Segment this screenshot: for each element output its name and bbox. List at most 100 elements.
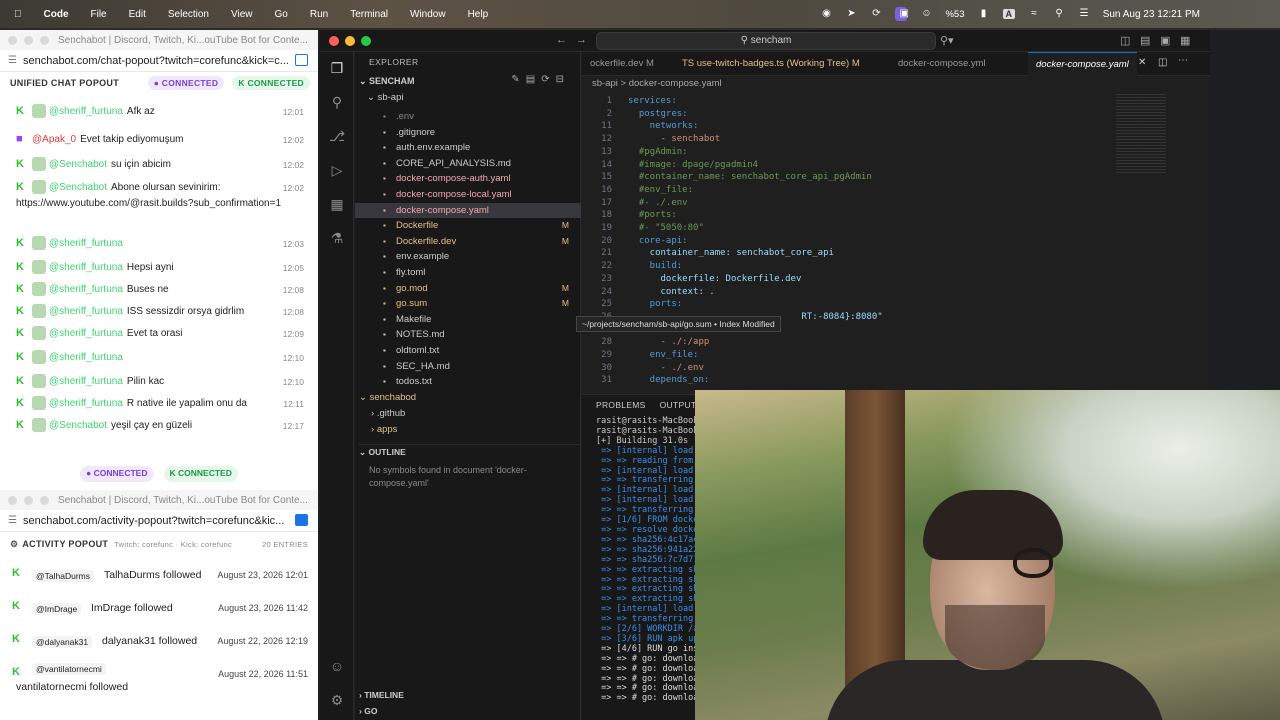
go-section[interactable]: › GO (359, 706, 377, 716)
folder-apps[interactable]: › apps (371, 424, 397, 435)
new-folder-icon[interactable]: ▤ (526, 74, 541, 85)
code-line[interactable]: depends_on: (628, 375, 710, 385)
tab-problems[interactable]: PROBLEMS (596, 400, 646, 410)
file-item[interactable]: ▪ auth.env.example (355, 140, 581, 155)
site-settings-icon[interactable]: ☰ (8, 515, 17, 526)
input-source-indicator[interactable]: A (1002, 9, 1015, 19)
folder-github[interactable]: › .github (371, 408, 405, 419)
search-icon[interactable]: ⚲ (1053, 8, 1065, 20)
search-icon[interactable]: ⚲ (329, 94, 345, 110)
breadcrumb[interactable]: sb-api > docker-compose.yaml (582, 76, 1210, 92)
code-line[interactable]: #env_file: (628, 185, 693, 195)
code-line[interactable]: env_file: (628, 350, 699, 360)
file-item[interactable]: ▪ go.mod M (355, 281, 581, 296)
code-line[interactable]: #- ./.env (628, 198, 688, 208)
new-file-icon[interactable]: ✎ (511, 74, 525, 85)
sync-icon[interactable]: ⟳ (870, 8, 882, 20)
open-external-icon[interactable] (295, 514, 308, 526)
file-item[interactable]: ▪ CORE_API_ANALYSIS.md (355, 156, 581, 171)
close-tab-icon[interactable]: ✕ (1138, 57, 1146, 68)
minimap[interactable] (1116, 94, 1166, 174)
open-external-icon[interactable] (295, 54, 308, 66)
nav-icon[interactable]: ➤ (845, 8, 857, 20)
file-item[interactable]: ▪ .gitignore (355, 125, 581, 140)
zoom-dot[interactable] (40, 35, 49, 45)
extensions-icon[interactable]: ▦ (329, 196, 345, 212)
folder-senchabod[interactable]: ⌄ senchabod (359, 392, 416, 403)
code-line[interactable]: services: (628, 96, 677, 106)
code-line[interactable]: #- "5050:80" (628, 223, 704, 233)
code-line[interactable]: postgres: (628, 109, 688, 119)
code-line[interactable]: core-api: (628, 236, 688, 246)
menu-file[interactable]: File (91, 9, 107, 20)
code-line[interactable]: networks: (628, 121, 699, 131)
folder-sb-api[interactable]: ⌄ sb-api (367, 92, 403, 103)
file-item[interactable]: ▪ docker-compose-local.yaml (355, 187, 581, 202)
site-settings-icon[interactable]: ☰ (8, 55, 17, 66)
timeline-section[interactable]: › TIMELINE (359, 690, 404, 700)
menu-app-code[interactable]: Code (44, 9, 69, 20)
outline-section[interactable]: ⌄ OUTLINE (359, 444, 581, 458)
file-item[interactable]: ▪ Dockerfile.dev M (355, 234, 581, 249)
activity-url-bar[interactable]: ☰ senchabot.com/activity-popout?twitch=c… (0, 510, 318, 532)
screen-record-icon[interactable]: ◉ (820, 8, 832, 20)
chat-username[interactable]: @sheriff_furtuna (49, 262, 123, 273)
code-line[interactable]: - ./:/app (628, 337, 710, 347)
activity-username[interactable]: @dalyanak31 (32, 636, 93, 648)
command-center-search[interactable]: ⚲ sencham (596, 32, 936, 50)
zoom-dot[interactable] (40, 495, 49, 505)
menu-edit[interactable]: Edit (129, 9, 146, 20)
file-item[interactable]: ▪ SEC_HA.md (355, 359, 581, 374)
close-button[interactable] (329, 36, 339, 46)
more-actions-icon[interactable]: ⋯ (1178, 55, 1188, 66)
collapse-icon[interactable]: ⊟ (556, 74, 570, 85)
code-line[interactable]: dockerfile: Dockerfile.dev (628, 274, 802, 284)
tab-docker-compose-yaml[interactable]: docker-compose.yaml (1028, 52, 1137, 76)
activity-username[interactable]: @TalhaDurms (32, 570, 94, 582)
code-line[interactable]: #pgAdmin: (628, 147, 688, 157)
chat-username[interactable]: @sheriff_furtuna (49, 376, 123, 387)
source-control-icon[interactable]: ⎇ (329, 128, 345, 144)
chat-username[interactable]: @sheriff_furtuna (49, 352, 123, 363)
battery-icon[interactable]: ▮ (978, 8, 990, 20)
layout-icon[interactable]: ▦ (1180, 34, 1190, 47)
toggle-sidebar-icon[interactable]: ◫ (1120, 34, 1130, 47)
chat-username[interactable]: @Senchabot (49, 182, 107, 193)
zoom-button[interactable] (361, 36, 371, 46)
file-item[interactable]: ▪ env.example (355, 249, 581, 264)
file-item[interactable]: ▪ Makefile (355, 312, 581, 327)
tab-docker-compose-yml[interactable]: docker-compose.yml (890, 52, 994, 76)
code-line[interactable]: #container_name: senchabot_core_api_pgAd… (628, 172, 872, 182)
file-item[interactable]: ▪ fly.toml (355, 265, 581, 280)
account-icon[interactable]: ☺ (329, 658, 345, 674)
menu-terminal[interactable]: Terminal (350, 9, 388, 20)
chat-username[interactable]: @Senchabot (49, 159, 107, 170)
control-center-icon[interactable]: ☰ (1078, 8, 1090, 20)
chat-url-bar[interactable]: ☰ senchabot.com/chat-popout?twitch=coref… (0, 50, 318, 72)
code-line[interactable]: #image: dpage/pgadmin4 (628, 160, 758, 170)
minimize-button[interactable] (345, 36, 355, 46)
code-line[interactable]: container_name: senchabot_core_api (628, 248, 834, 258)
close-dot[interactable] (8, 495, 17, 505)
minimize-dot[interactable] (24, 495, 33, 505)
file-item[interactable]: ▪ todos.txt (355, 374, 581, 389)
chat-username[interactable]: @sheriff_furtuna (49, 284, 123, 295)
chat-username[interactable]: @Senchabot (49, 420, 107, 431)
menu-go[interactable]: Go (275, 9, 288, 20)
wifi-icon[interactable]: ≈ (1028, 8, 1040, 20)
menu-help[interactable]: Help (468, 9, 489, 20)
activity-username[interactable]: @ImDrage (32, 603, 82, 615)
file-item[interactable]: ▪ go.sum M (355, 296, 581, 311)
tab-output[interactable]: OUTPUT (660, 400, 697, 410)
minimize-dot[interactable] (24, 35, 33, 45)
chat-url-text[interactable]: senchabot.com/chat-popout?twitch=corefun… (23, 55, 289, 67)
chat-username[interactable]: @sheriff_furtuna (49, 328, 123, 339)
refresh-icon[interactable]: ⟳ (541, 74, 555, 85)
menu-selection[interactable]: Selection (168, 9, 209, 20)
explorer-icon[interactable]: ❐ (329, 60, 345, 76)
display-icon[interactable]: ▣ (895, 7, 909, 21)
file-item[interactable]: ▪ oldtoml.txt (355, 343, 581, 358)
close-dot[interactable] (8, 35, 17, 45)
terminal-output[interactable]: rasit@rasits-MacBook rasit@rasits-MacBook… (596, 416, 698, 704)
activity-username[interactable]: @vantilatornecmi (32, 663, 106, 675)
